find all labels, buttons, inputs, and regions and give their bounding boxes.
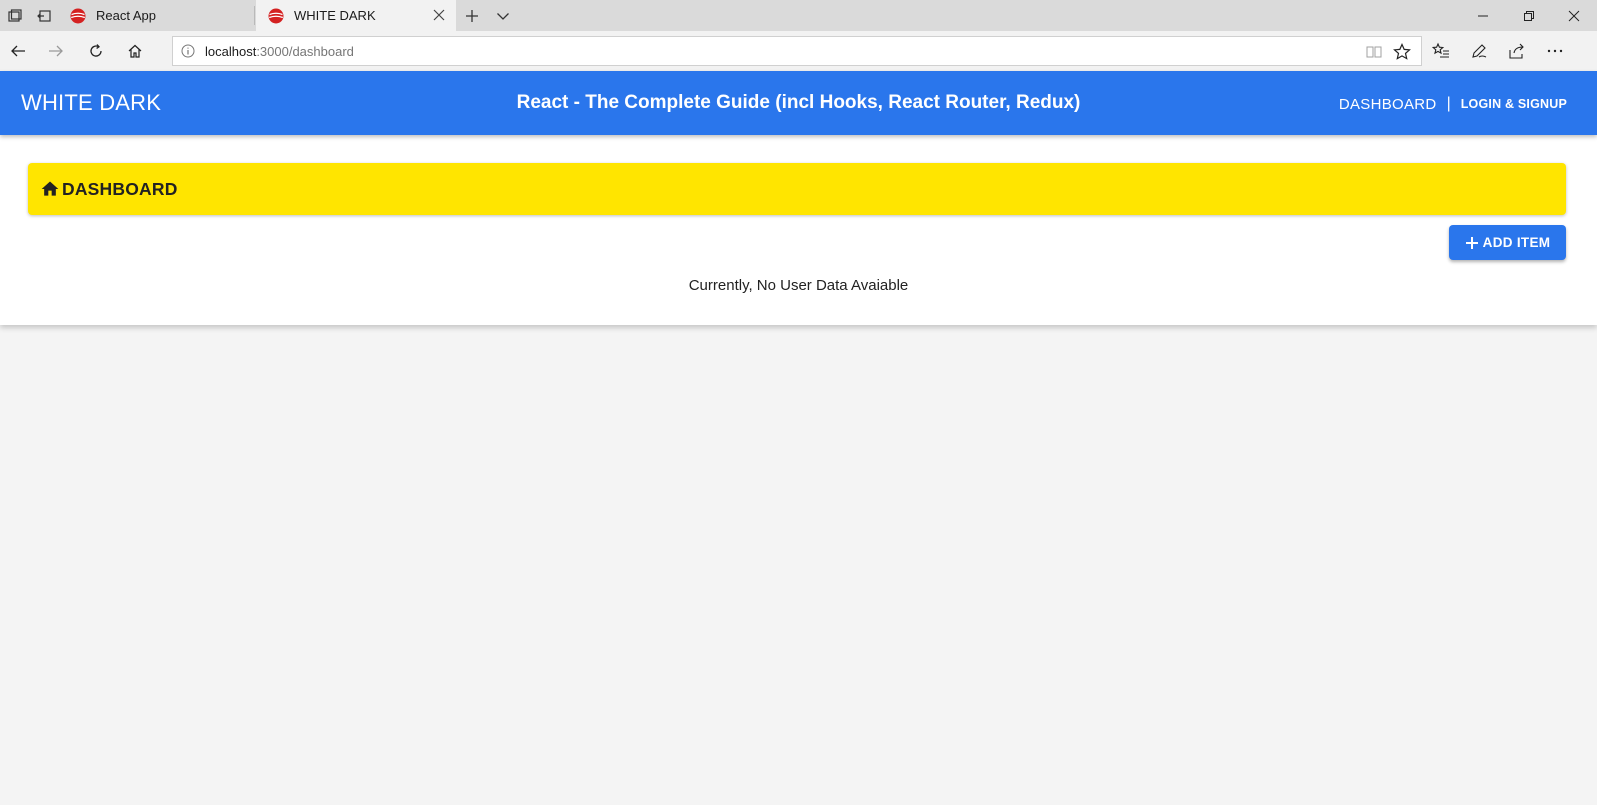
- refresh-icon: [90, 44, 102, 57]
- url-text[interactable]: localhost:3000/dashboard: [205, 44, 354, 59]
- plus-icon: [466, 9, 478, 22]
- tab-label: WHITE DARK: [294, 8, 376, 23]
- close-tab-icon[interactable]: [432, 8, 446, 22]
- notes-button[interactable]: [1462, 35, 1496, 67]
- tab-react-app[interactable]: React App: [58, 0, 254, 31]
- nav-link-login-signup[interactable]: LOGIN & SIGNUP: [1461, 97, 1567, 111]
- dashboard-title: DASHBOARD: [62, 178, 178, 199]
- info-icon[interactable]: [181, 44, 195, 58]
- plus-icon: [1465, 236, 1478, 249]
- address-bar[interactable]: localhost:3000/dashboard: [172, 36, 1422, 66]
- share-button[interactable]: [1500, 35, 1534, 67]
- tabs-aside-icon[interactable]: [0, 0, 29, 31]
- browser-tab-strip: React App WHITE DARK: [0, 0, 1597, 31]
- browser-nav-bar: localhost:3000/dashboard: [0, 31, 1597, 71]
- nav-link-dashboard[interactable]: DASHBOARD: [1339, 96, 1437, 113]
- new-tab-button[interactable]: [458, 0, 486, 31]
- add-item-label: ADD ITEM: [1482, 235, 1551, 250]
- restore-icon: [1524, 10, 1534, 21]
- nav-separator: |: [1446, 95, 1451, 112]
- reading-view-icon[interactable]: [1365, 43, 1383, 61]
- minimize-icon: [1478, 15, 1488, 16]
- url-host: localhost: [205, 44, 257, 59]
- tab-preview-toggle[interactable]: [490, 0, 516, 31]
- app-header: WHITE DARK React - The Complete Guide (i…: [0, 71, 1597, 135]
- red-sphere-favicon-icon: [268, 8, 284, 23]
- red-sphere-favicon-icon: [70, 8, 86, 23]
- add-item-button[interactable]: ADD ITEM: [1449, 225, 1566, 260]
- empty-state-message: Currently, No User Data Avaiable: [688, 277, 909, 294]
- header-nav: DASHBOARD | LOGIN & SIGNUP: [1339, 95, 1567, 113]
- close-icon: [1568, 10, 1580, 21]
- arrow-right-icon: [49, 45, 63, 57]
- dashboard-card: DASHBOARD ADD ITEM Currently, No User Da…: [0, 135, 1597, 325]
- restore-button[interactable]: [1506, 0, 1552, 31]
- pen-icon: [1472, 44, 1487, 58]
- url-path: :3000/dashboard: [256, 44, 354, 59]
- tab-label: React App: [96, 8, 156, 23]
- refresh-button[interactable]: [80, 35, 112, 67]
- chevron-down-icon: [497, 12, 509, 20]
- set-aside-tabs-icon[interactable]: [29, 0, 58, 31]
- home-button[interactable]: [119, 35, 151, 67]
- forward-button[interactable]: [40, 35, 72, 67]
- arrow-left-icon: [11, 45, 25, 57]
- tab-divider: [254, 6, 255, 25]
- share-icon: [1509, 43, 1524, 59]
- tab-white-dark[interactable]: WHITE DARK: [256, 0, 456, 31]
- back-button[interactable]: [2, 35, 34, 67]
- favorites-list-icon: [1432, 42, 1449, 58]
- close-window-button[interactable]: [1551, 0, 1597, 31]
- favorites-button[interactable]: [1424, 35, 1458, 67]
- home-outline-icon: [128, 44, 142, 58]
- minimize-button[interactable]: [1460, 0, 1506, 31]
- home-icon: [41, 181, 59, 196]
- star-icon[interactable]: [1393, 43, 1411, 61]
- more-dots-icon: [1547, 49, 1563, 53]
- dashboard-banner: DASHBOARD: [28, 163, 1566, 215]
- more-menu-button[interactable]: [1538, 35, 1572, 67]
